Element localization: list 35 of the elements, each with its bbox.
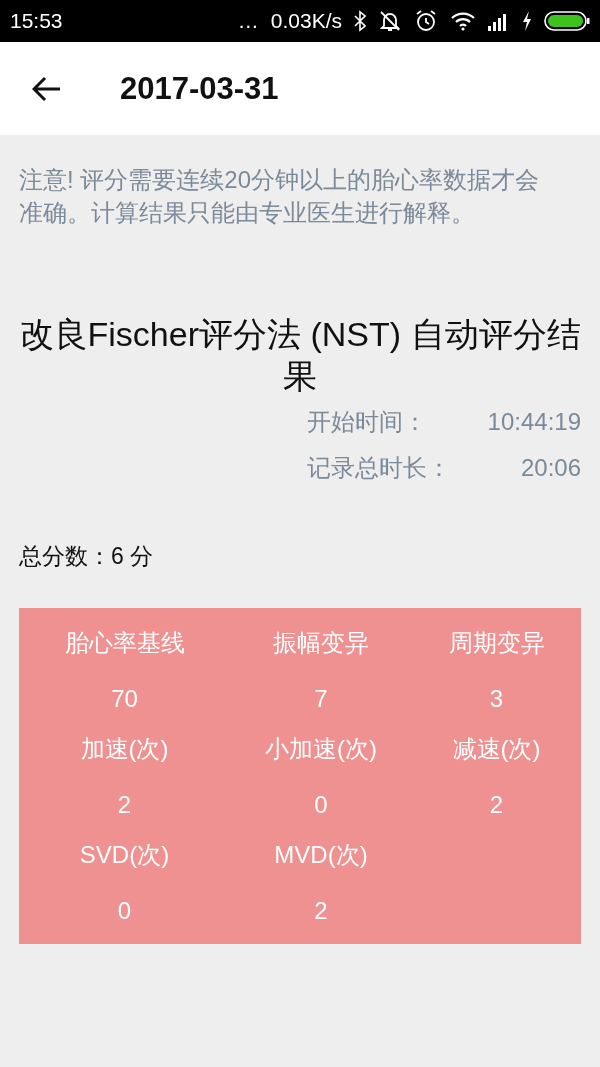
info-value: 20:06: [519, 453, 581, 483]
page-title: 2017-03-31: [120, 70, 279, 107]
alarm-icon: [414, 9, 438, 33]
muted-bell-icon: [378, 9, 402, 33]
more-indicator: …: [237, 9, 259, 33]
score-value: 2: [489, 790, 504, 820]
info-value: 10:44:19: [486, 407, 581, 437]
score-value: 7: [314, 684, 328, 714]
battery-icon: [544, 11, 590, 31]
score-value: 70: [111, 684, 138, 714]
score-label: 胎心率基线: [64, 628, 185, 658]
notice-text: 注意! 评分需要连续20分钟以上的胎心率数据才会准确。计算结果只能由专业医生进行解释。: [19, 165, 541, 228]
status-time: 15:53: [10, 9, 63, 33]
result-title: 改良Fischer评分法 (NST) 自动评分结果: [19, 314, 581, 397]
score-value: 0: [117, 896, 132, 926]
score-label: SVD(次): [79, 840, 170, 870]
score-label: 振幅变异: [273, 628, 369, 658]
wifi-icon: [450, 11, 476, 31]
charging-icon: [522, 11, 532, 31]
score-label: 减速(次): [452, 734, 541, 764]
score-value: 3: [489, 684, 504, 714]
score-label: 周期变异: [448, 628, 545, 658]
bluetooth-icon: [354, 10, 366, 32]
info-label: 开始时间：: [307, 407, 428, 437]
score-label: MVD(次): [274, 840, 368, 870]
back-button[interactable]: [32, 75, 62, 102]
score-label: 加速(次): [80, 734, 169, 764]
info-label: 记录总时长：: [307, 453, 451, 483]
score-value: 2: [117, 790, 132, 820]
back-arrow-icon: [32, 75, 62, 102]
total-score: 总分数：6 分: [19, 542, 155, 571]
score-value: 2: [314, 896, 328, 926]
network-speed: 0.03K/s: [270, 9, 342, 33]
score-label: 小加速(次): [265, 734, 377, 764]
score-value: 0: [314, 790, 328, 820]
